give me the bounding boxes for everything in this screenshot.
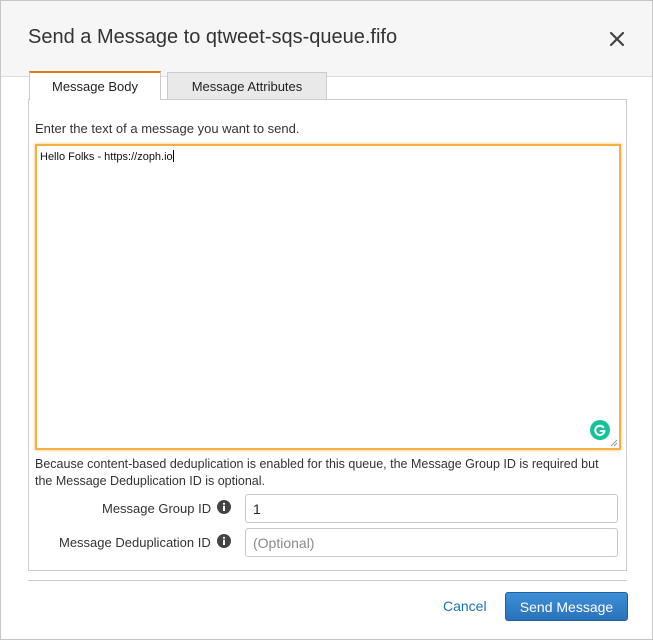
info-icon[interactable] <box>217 500 231 514</box>
cancel-button[interactable]: Cancel <box>443 598 487 614</box>
send-message-dialog: Send a Message to qtweet-sqs-queue.fifo … <box>0 0 653 640</box>
send-message-button[interactable]: Send Message <box>505 592 628 621</box>
message-group-id-input[interactable] <box>245 494 618 523</box>
info-icon[interactable] <box>217 534 231 548</box>
dialog-header: Send a Message to qtweet-sqs-queue.fifo <box>1 1 652 77</box>
tab-message-body[interactable]: Message Body <box>29 71 161 100</box>
message-body-text: Hello Folks - https://zoph.io <box>40 150 174 163</box>
deduplication-note: Because content-based deduplication is e… <box>35 457 599 488</box>
message-group-id-label: Message Group ID <box>102 501 212 516</box>
tab-message-attributes[interactable]: Message Attributes <box>167 72 327 100</box>
message-body-textarea[interactable]: Hello Folks - https://zoph.io <box>35 144 621 450</box>
message-dedup-id-label: Message Deduplication ID <box>59 535 211 550</box>
text-caret <box>172 150 174 162</box>
footer-divider <box>28 580 627 581</box>
close-icon[interactable] <box>605 27 629 51</box>
message-instruction: Enter the text of a message you want to … <box>35 121 300 136</box>
resize-grip-icon[interactable] <box>610 439 618 447</box>
dialog-title: Send a Message to qtweet-sqs-queue.fifo <box>28 26 398 48</box>
message-dedup-id-input[interactable] <box>245 528 618 557</box>
grammarly-icon[interactable] <box>590 420 610 440</box>
